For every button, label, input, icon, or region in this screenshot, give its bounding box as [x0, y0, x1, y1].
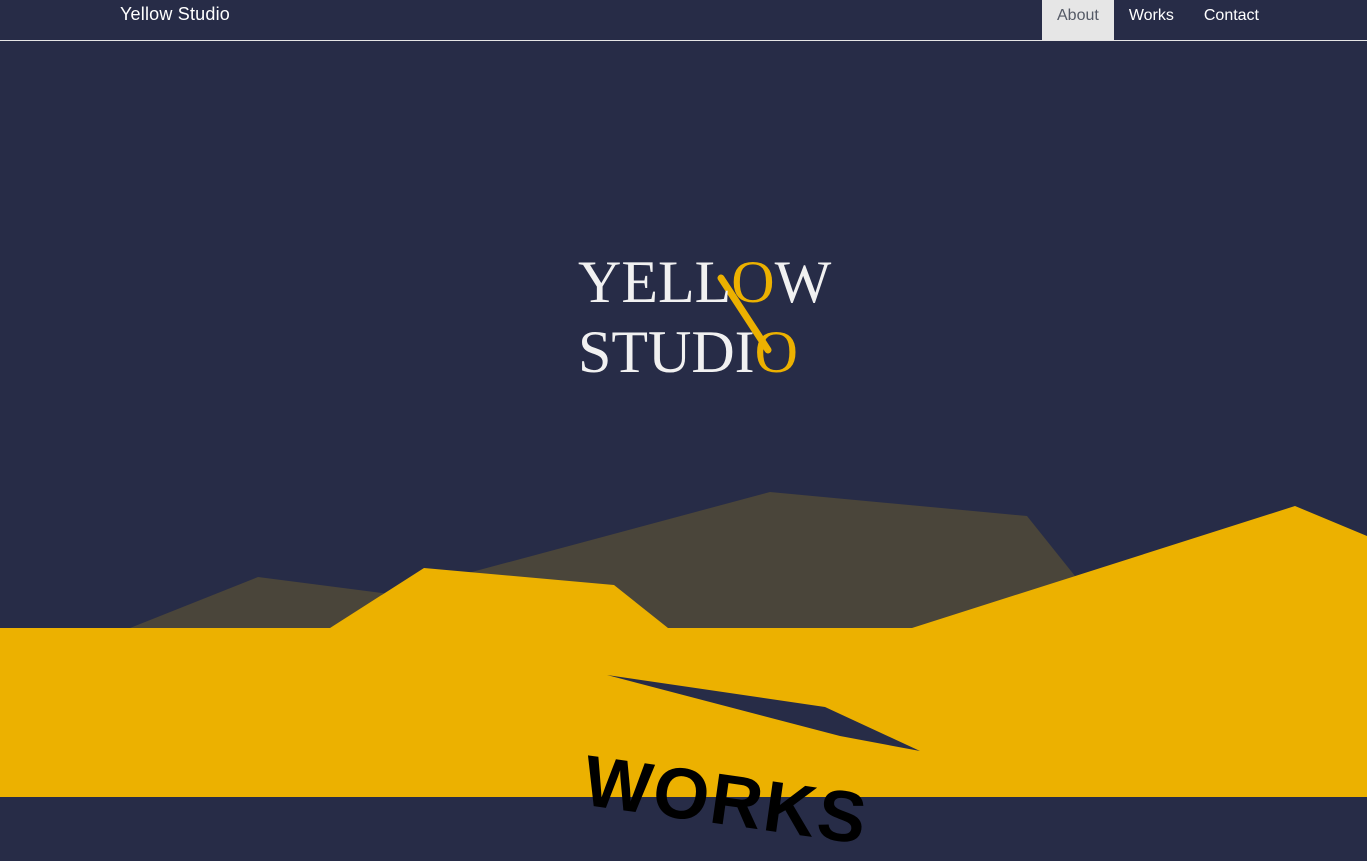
logo-line-2-prefix: STUDI — [578, 319, 755, 385]
mountain-landscape — [0, 492, 1367, 797]
brand-link[interactable]: Yellow Studio — [120, 4, 230, 25]
hero-logo: YELLOW STUDIO — [575, 240, 831, 390]
nav-link-contact[interactable]: Contact — [1189, 0, 1274, 40]
logo-line-1: YELLOW — [578, 252, 831, 312]
nav-link-about[interactable]: About — [1042, 0, 1114, 40]
nav-links: About Works Contact — [1042, 0, 1274, 40]
logo-line-1-o: O — [731, 249, 775, 315]
nav-link-works[interactable]: Works — [1114, 0, 1189, 40]
top-navbar: Yellow Studio About Works Contact — [0, 0, 1367, 41]
logo-line-1-prefix: YELL — [578, 249, 732, 315]
logo-line-2-o: O — [754, 319, 799, 385]
logo-line-1-suffix: W — [774, 249, 832, 315]
logo-line-2: STUDIO — [578, 322, 798, 382]
